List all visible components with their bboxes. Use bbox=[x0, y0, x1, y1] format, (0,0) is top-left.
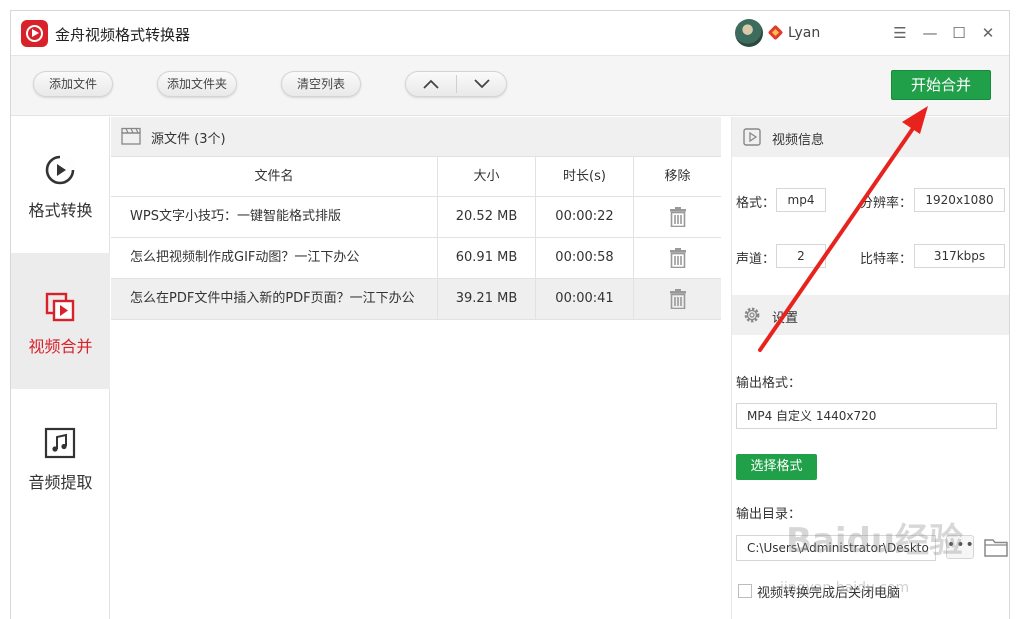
video-merge-icon bbox=[45, 292, 75, 322]
file-list-panel: 源文件 (3个) 文件名 大小 时长(s) 移除 WPS文字小技巧：一键智能格式… bbox=[111, 117, 721, 619]
move-down-button[interactable] bbox=[457, 72, 507, 96]
file-size: 60.91 MB bbox=[438, 238, 536, 278]
sidebar: 格式转换 视频合并 音频提取 bbox=[11, 117, 110, 619]
sidebar-item-video-merge[interactable]: 视频合并 bbox=[11, 253, 110, 389]
file-size: 39.21 MB bbox=[438, 279, 536, 319]
file-duration: 00:00:41 bbox=[536, 279, 634, 319]
watermark-url: jingyan.baidu.com bbox=[780, 580, 910, 596]
add-folder-button[interactable]: 添加文件夹 bbox=[157, 71, 237, 97]
username[interactable]: Lyan bbox=[788, 25, 820, 41]
trash-icon[interactable] bbox=[669, 248, 687, 268]
resolution-value: 1920x1080 bbox=[914, 188, 1005, 212]
vip-badge-icon bbox=[767, 24, 784, 41]
menu-icon[interactable]: ☰ bbox=[889, 22, 911, 44]
file-duration: 00:00:22 bbox=[536, 197, 634, 237]
table-header: 文件名 大小 时长(s) 移除 bbox=[111, 157, 721, 197]
music-note-icon bbox=[44, 427, 76, 459]
move-up-button[interactable] bbox=[406, 72, 456, 96]
video-info-icon bbox=[743, 128, 761, 146]
clear-list-button[interactable]: 清空列表 bbox=[281, 71, 361, 97]
video-info-title: 视频信息 bbox=[772, 133, 825, 148]
bitrate-value: 317kbps bbox=[914, 244, 1005, 268]
settings-title: 设置 bbox=[772, 311, 799, 326]
title-bar: 金舟视频格式转换器 Lyan ☰ — ☐ ✕ bbox=[11, 11, 1009, 56]
column-header-filename: 文件名 bbox=[111, 157, 438, 197]
choose-format-button[interactable]: 选择格式 bbox=[736, 454, 817, 480]
file-list-header: 源文件 (3个) bbox=[111, 117, 721, 157]
sidebar-item-format-convert[interactable]: 格式转换 bbox=[11, 117, 110, 253]
trash-icon[interactable] bbox=[669, 289, 687, 309]
output-format-label: 输出格式： bbox=[736, 376, 802, 391]
maximize-button[interactable]: ☐ bbox=[948, 22, 970, 44]
user-avatar[interactable] bbox=[735, 19, 763, 47]
folder-icon[interactable] bbox=[984, 537, 1008, 557]
watermark: Baidu经验 bbox=[786, 521, 964, 561]
table-row[interactable]: WPS文字小技巧：一键智能格式排版 20.52 MB 00:00:22 bbox=[111, 197, 721, 238]
remove-cell bbox=[634, 279, 721, 319]
remove-cell bbox=[634, 197, 721, 237]
file-name: WPS文字小技巧：一键智能格式排版 bbox=[111, 197, 438, 237]
settings-header: 设置 bbox=[732, 295, 1009, 335]
file-size: 20.52 MB bbox=[438, 197, 536, 237]
channel-label: 声道： bbox=[736, 252, 776, 267]
table-row[interactable]: 怎么把视频制作成GIF动图？一江下办公 60.91 MB 00:00:58 bbox=[111, 238, 721, 279]
play-circle-icon bbox=[45, 155, 75, 185]
format-label: 格式： bbox=[736, 196, 776, 211]
shutdown-checkbox[interactable] bbox=[738, 584, 752, 598]
gear-icon bbox=[744, 307, 760, 323]
bitrate-label: 比特率： bbox=[860, 252, 913, 267]
sidebar-item-audio-extract[interactable]: 音频提取 bbox=[11, 389, 110, 525]
video-info-header: 视频信息 bbox=[732, 117, 1009, 157]
output-format-field[interactable]: MP4 自定义 1440x720 bbox=[736, 403, 997, 429]
column-header-remove: 移除 bbox=[664, 169, 691, 184]
file-duration: 00:00:58 bbox=[536, 238, 634, 278]
sidebar-item-label: 格式转换 bbox=[28, 201, 93, 220]
sidebar-item-label: 音频提取 bbox=[28, 473, 93, 492]
close-button[interactable]: ✕ bbox=[977, 22, 999, 44]
channel-value: 2 bbox=[776, 244, 826, 268]
file-name: 怎么把视频制作成GIF动图？一江下办公 bbox=[111, 238, 438, 278]
column-header-duration: 时长(s) bbox=[536, 157, 634, 197]
format-value: mp4 bbox=[776, 188, 826, 212]
resolution-label: 分辨率： bbox=[860, 196, 913, 211]
file-name: 怎么在PDF文件中插入新的PDF页面？一江下办公 bbox=[111, 279, 438, 319]
add-file-button[interactable]: 添加文件 bbox=[33, 71, 113, 97]
column-header-size: 大小 bbox=[438, 157, 536, 197]
chevron-up-icon bbox=[423, 79, 439, 89]
trash-icon[interactable] bbox=[669, 207, 687, 227]
minimize-button[interactable]: — bbox=[919, 22, 941, 44]
app-logo-icon bbox=[21, 20, 48, 47]
chevron-down-icon bbox=[474, 79, 490, 89]
clapperboard-icon bbox=[121, 127, 141, 145]
remove-cell bbox=[634, 238, 721, 278]
sidebar-item-label: 视频合并 bbox=[28, 337, 93, 356]
file-list-title: 源文件 (3个) bbox=[151, 132, 226, 147]
app-title: 金舟视频格式转换器 bbox=[55, 26, 191, 44]
toolbar: 添加文件 添加文件夹 清空列表 开始合并 bbox=[11, 56, 1009, 116]
table-row[interactable]: 怎么在PDF文件中插入新的PDF页面？一江下办公 39.21 MB 00:00:… bbox=[111, 279, 721, 320]
start-merge-button[interactable]: 开始合并 bbox=[891, 70, 991, 100]
reorder-buttons bbox=[405, 71, 507, 97]
